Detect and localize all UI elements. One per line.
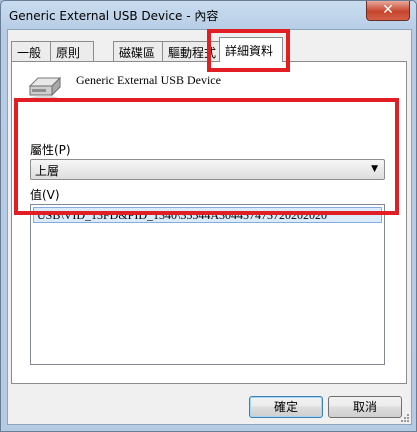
tab-volumes[interactable]: 磁碟區 — [113, 41, 163, 61]
ok-button[interactable]: 確定 — [249, 396, 323, 418]
tab-general[interactable]: 一般 — [11, 41, 51, 61]
resize-grip-icon[interactable] — [400, 413, 410, 423]
title-bar[interactable]: Generic External USB Device - 內容 ✕ — [1, 1, 416, 27]
cancel-button[interactable]: 取消 — [328, 396, 402, 418]
device-name: Generic External USB Device — [76, 73, 221, 87]
tab-policies[interactable]: 原則 — [50, 41, 94, 61]
highlight-box-property-value — [14, 98, 399, 215]
window-title: Generic External USB Device - 內容 — [9, 9, 219, 23]
highlight-box-details-tab — [207, 29, 290, 72]
close-button[interactable]: ✕ — [366, 1, 410, 21]
dialog-body: 一般 原則 磁碟區 驅動程式 詳細資料 Generic External USB… — [7, 29, 412, 425]
value-list[interactable]: USB\VID_13FD&PID_1340\35544A304457473720… — [30, 204, 385, 365]
